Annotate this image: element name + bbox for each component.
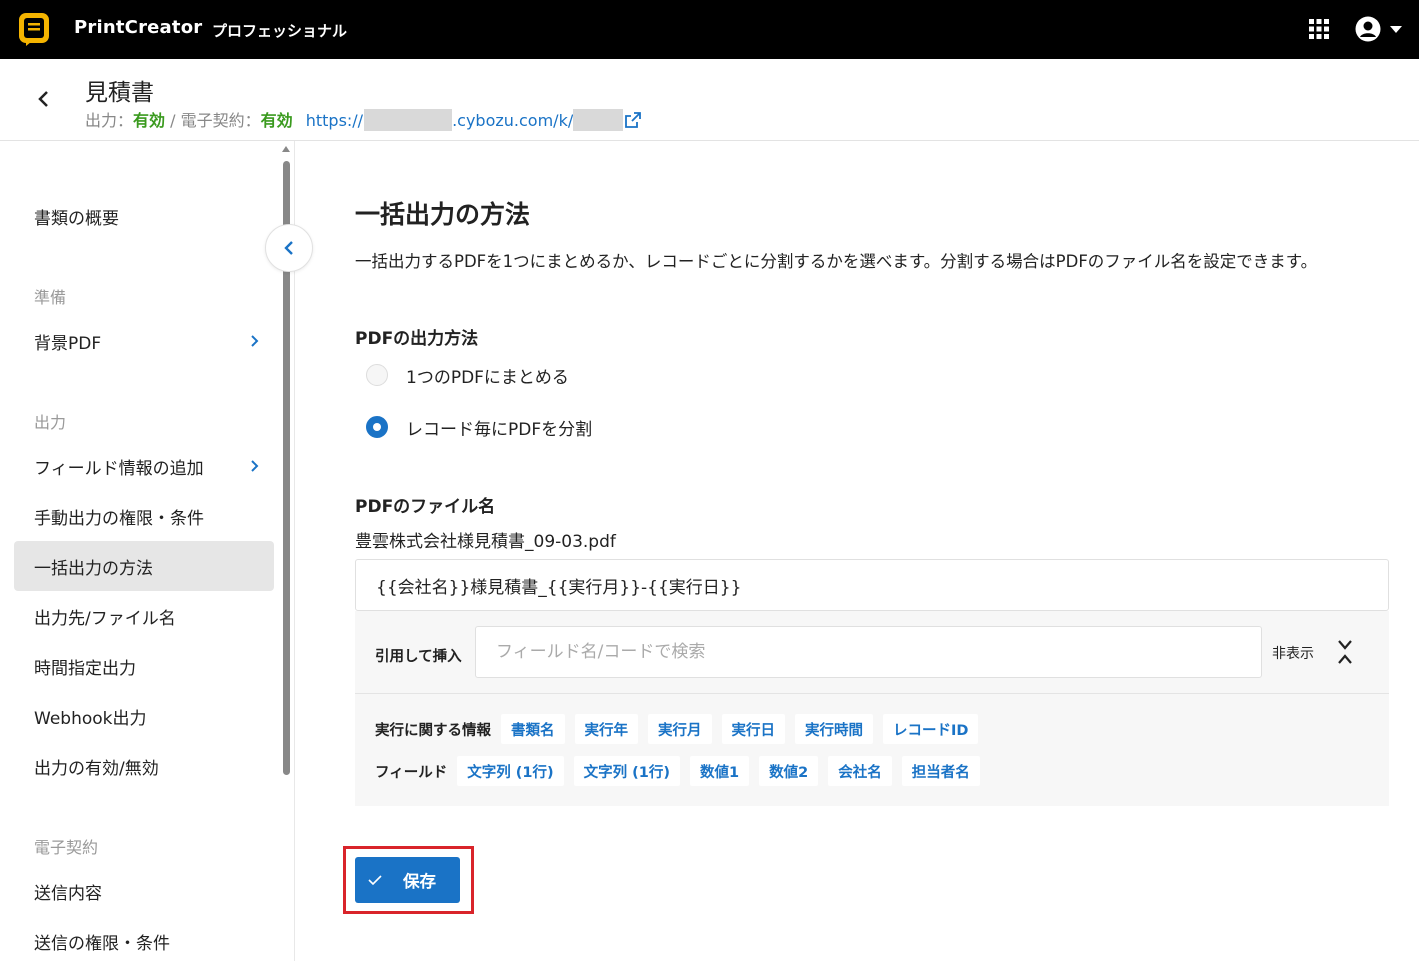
insert-field-panel: 引用して挿入 非表示 実行に関する情報 書類名 実行年 実行月 実行日 実行時間… xyxy=(355,611,1389,806)
edition-label: プロフェッショナル xyxy=(212,22,348,40)
chevron-right-icon xyxy=(251,460,259,472)
url-mid: .cybozu.com/k/ xyxy=(452,111,574,130)
radio-button[interactable] xyxy=(366,416,388,438)
chip-text-single-line-1[interactable]: 文字列 (1行) xyxy=(457,756,564,786)
save-button[interactable]: 保存 xyxy=(355,857,460,903)
exec-info-label: 実行に関する情報 xyxy=(375,722,491,739)
sidebar-item-output-destination[interactable]: 出力先/ファイル名 xyxy=(14,591,274,641)
collapse-vertical-icon[interactable] xyxy=(1335,639,1355,665)
sidebar-item-send-content[interactable]: 送信内容 xyxy=(14,866,274,916)
filename-template-input[interactable] xyxy=(355,559,1389,611)
check-icon xyxy=(368,875,382,886)
sidebar-item-label: Webhook出力 xyxy=(34,708,147,729)
panel-divider xyxy=(355,693,1389,694)
sidebar-item-overview[interactable]: 書類の概要 xyxy=(14,191,274,241)
sidebar-item-label: 出力の有効/無効 xyxy=(34,758,159,779)
user-circle-icon[interactable] xyxy=(1355,16,1381,42)
field-label: フィールド xyxy=(375,764,448,781)
hide-toggle-label[interactable]: 非表示 xyxy=(1272,643,1314,663)
chip-number-2[interactable]: 数値2 xyxy=(759,756,819,786)
sidebar-section-prepare: 準備 xyxy=(34,288,67,307)
grid-icon[interactable] xyxy=(1309,19,1329,39)
section-description: 一括出力するPDFを1つにまとめるか、レコードごとに分割するかを選べます。分割す… xyxy=(355,252,1318,271)
chip-text-single-line-2[interactable]: 文字列 (1行) xyxy=(573,756,681,786)
sidebar-item-bulk-output-method[interactable]: 一括出力の方法 xyxy=(14,541,274,591)
page-header: 見積書 出力：有効 / 電子契約：有効 https://.cybozu.com/… xyxy=(0,59,1419,141)
sidebar-item-label: 背景PDF xyxy=(34,333,102,354)
pdf-filename-label: PDFのファイル名 xyxy=(355,497,496,517)
redacted-app-id xyxy=(573,109,624,131)
chip-number-1[interactable]: 数値1 xyxy=(690,756,750,786)
chip-document-name[interactable]: 書類名 xyxy=(501,714,565,744)
sidebar-item-label: フィールド情報の追加 xyxy=(34,458,204,479)
radio-split-per-record[interactable]: レコード毎にPDFを分割 xyxy=(366,412,592,442)
scroll-up-arrow-icon[interactable] xyxy=(282,146,290,152)
printcreator-logo-icon[interactable] xyxy=(18,12,50,46)
caret-down-icon[interactable] xyxy=(1390,26,1402,34)
chevron-left-icon xyxy=(284,241,293,255)
radio-merge-single-pdf[interactable]: 1つのPDFにまとめる xyxy=(366,360,569,390)
sidebar-item-manual-output-permission[interactable]: 手動出力の権限・条件 xyxy=(14,491,274,541)
sidebar-item-label: 書類の概要 xyxy=(34,208,119,229)
chip-exec-year[interactable]: 実行年 xyxy=(574,714,638,744)
sidebar-item-send-permission[interactable]: 送信の権限・条件 xyxy=(14,916,274,966)
save-button-label: 保存 xyxy=(403,873,436,891)
filename-preview: 豊雲株式会社様見積書_09-03.pdf xyxy=(355,532,616,552)
field-chip-row: フィールド 文字列 (1行) 文字列 (1行) 数値1 数値2 会社名 担当者名 xyxy=(375,756,990,786)
sidebar-item-label: 送信の権限・条件 xyxy=(34,933,170,954)
sidebar-item-label: 手動出力の権限・条件 xyxy=(34,508,204,529)
back-arrow-icon[interactable] xyxy=(30,85,58,113)
sidebar-item-background-pdf[interactable]: 背景PDF xyxy=(14,316,274,366)
section-title: 一括出力の方法 xyxy=(355,200,531,229)
top-bar: PrintCreator プロフェッショナル xyxy=(0,0,1419,59)
chevron-right-icon xyxy=(251,335,259,347)
main-content: 一括出力の方法 一括出力するPDFを1つにまとめるか、レコードごとに分割するかを… xyxy=(296,141,1419,961)
contract-status-value: 有効 xyxy=(260,111,293,130)
sidebar-item-label: 送信内容 xyxy=(34,883,102,904)
exec-info-chip-row: 実行に関する情報 書類名 実行年 実行月 実行日 実行時間 レコードID xyxy=(375,714,988,744)
field-search-input[interactable] xyxy=(475,626,1262,678)
redacted-subdomain xyxy=(364,109,453,131)
page-title: 見積書 xyxy=(85,80,154,106)
app-url-link[interactable]: https:// .cybozu.com/k/ xyxy=(305,109,642,131)
insert-label: 引用して挿入 xyxy=(375,649,462,665)
chip-record-id[interactable]: レコードID xyxy=(883,714,979,744)
sidebar-item-label: 一括出力の方法 xyxy=(34,558,153,579)
radio-label: レコード毎にPDFを分割 xyxy=(406,419,593,440)
external-link-icon[interactable] xyxy=(625,112,642,128)
sidebar-item-scheduled-output[interactable]: 時間指定出力 xyxy=(14,641,274,691)
chip-exec-month[interactable]: 実行月 xyxy=(648,714,712,744)
pdf-output-method-label: PDFの出力方法 xyxy=(355,329,479,349)
output-status-value: 有効 xyxy=(133,111,166,130)
sidebar-nav: 書類の概要 準備 背景PDF 出力 フィールド情報の追加 手動出力の権限・条件 … xyxy=(0,141,313,961)
sidebar-item-label: 出力先/ファイル名 xyxy=(34,608,176,629)
status-separator: / xyxy=(165,111,181,130)
radio-button[interactable] xyxy=(366,364,388,386)
chip-exec-time[interactable]: 実行時間 xyxy=(795,714,873,744)
sidebar-item-output-enable[interactable]: 出力の有効/無効 xyxy=(14,741,274,791)
output-status-label: 出力： xyxy=(85,111,134,130)
contract-status-label: 電子契約： xyxy=(180,111,261,130)
sidebar-item-field-info[interactable]: フィールド情報の追加 xyxy=(14,441,274,491)
chip-exec-day[interactable]: 実行日 xyxy=(721,714,785,744)
chip-company-name[interactable]: 会社名 xyxy=(828,756,892,786)
status-line: 出力：有効 / 電子契約：有効 https://.cybozu.com/k/ xyxy=(85,107,642,131)
app-name: PrintCreator xyxy=(74,17,203,38)
sidebar-section-contract: 電子契約 xyxy=(34,838,99,857)
chip-person-in-charge[interactable]: 担当者名 xyxy=(901,756,980,786)
radio-label: 1つのPDFにまとめる xyxy=(406,367,569,388)
url-prefix: https:// xyxy=(305,111,364,130)
sidebar-item-label: 時間指定出力 xyxy=(34,658,136,679)
sidebar-section-output: 出力 xyxy=(34,413,67,432)
sidebar-item-webhook-output[interactable]: Webhook出力 xyxy=(14,691,274,741)
